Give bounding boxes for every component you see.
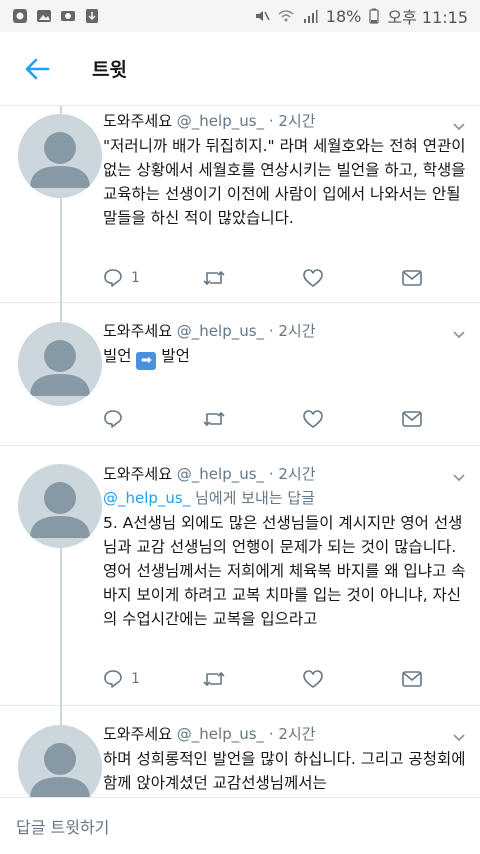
envelope-icon — [402, 411, 422, 427]
thread-line — [60, 705, 62, 725]
retweet-icon — [203, 271, 225, 285]
tweet-header: 도와주세요 @_help_us_ · 2시간 — [103, 110, 466, 132]
tweet-text: 하며 성희롱적인 발언을 많이 하십니다. 그리고 공청회에 함께 앉아계셨던 … — [103, 750, 466, 792]
retweet-button[interactable] — [202, 667, 301, 691]
reply-to-suffix: 님에게 보내는 답글 — [190, 489, 315, 507]
reply-count: 1 — [131, 671, 140, 687]
app-notification-icon — [13, 9, 27, 23]
heart-icon — [302, 410, 323, 428]
chevron-down-icon[interactable] — [452, 328, 466, 342]
avatar[interactable] — [18, 464, 102, 548]
share-button[interactable] — [401, 266, 423, 290]
default-avatar-icon — [30, 340, 90, 396]
default-avatar-icon — [30, 132, 90, 188]
retweet-button[interactable] — [202, 407, 301, 431]
envelope-icon — [402, 671, 422, 687]
media-notification-icon — [61, 11, 75, 21]
reply-to-handle[interactable]: @_help_us_ — [103, 489, 190, 507]
retweet-icon — [203, 412, 225, 426]
tweet-actions — [103, 407, 423, 431]
display-name[interactable]: 도와주세요 — [103, 112, 172, 130]
timestamp[interactable]: · 2시간 — [269, 322, 316, 340]
tweet-header: 도와주세요 @_help_us_ · 2시간 — [103, 320, 466, 342]
default-avatar-icon — [30, 743, 90, 797]
right-arrow-emoji-icon: ➡ — [136, 352, 157, 370]
back-arrow-icon — [25, 58, 50, 79]
chevron-down-icon[interactable] — [452, 120, 466, 134]
handle[interactable]: @_help_us_ — [177, 725, 264, 743]
tweet[interactable]: 도와주세요 @_help_us_ · 2시간 "저러니까 배가 뒤집히지." 라… — [0, 106, 480, 303]
chevron-down-icon[interactable] — [452, 731, 466, 745]
reply-icon — [104, 410, 122, 428]
reply-button[interactable]: 1 — [103, 667, 202, 691]
display-name[interactable]: 도와주세요 — [103, 322, 172, 340]
page-title: 트윗 — [92, 59, 127, 81]
like-button[interactable] — [302, 667, 401, 691]
timestamp[interactable]: · 2시간 — [269, 725, 316, 743]
default-avatar-icon — [30, 482, 90, 538]
tweet-text: 5. A선생님 외에도 많은 선생님들이 계시지만 영어 선생님과 교감 선생님… — [103, 514, 466, 628]
envelope-icon — [402, 270, 422, 286]
thread-line — [60, 302, 62, 322]
retweet-icon — [203, 672, 225, 686]
tweet-actions: 1 — [103, 667, 423, 691]
signal-icon — [303, 10, 318, 23]
thread-line — [60, 548, 62, 705]
tweet[interactable]: 도와주세요 @_help_us_ · 2시간 빌언 ➡ 발언 — [0, 302, 480, 446]
tweet-thread[interactable]: 도와주세요 @_help_us_ · 2시간 "저러니까 배가 뒤집히지." 라… — [0, 106, 480, 797]
tweet-header: 도와주세요 @_help_us_ · 2시간 — [103, 723, 466, 745]
retweet-button[interactable] — [202, 266, 301, 290]
handle[interactable]: @_help_us_ — [177, 322, 264, 340]
timestamp[interactable]: · 2시간 — [269, 465, 316, 483]
mute-icon — [255, 11, 270, 21]
reply-button[interactable]: 1 — [103, 266, 202, 290]
battery-icon — [369, 8, 379, 24]
display-name[interactable]: 도와주세요 — [103, 465, 172, 483]
tweet-actions: 1 — [103, 266, 423, 290]
status-bar: 18% 오후 11:15 — [0, 0, 480, 32]
chevron-down-icon[interactable] — [452, 471, 466, 485]
avatar[interactable] — [18, 114, 102, 198]
reply-button[interactable] — [103, 407, 202, 431]
wifi-icon — [278, 10, 294, 22]
tweet-text: "저러니까 배가 뒤집히지." 라며 세월호와는 전혀 연관이 없는 상황에서 … — [103, 137, 466, 227]
reply-context: @_help_us_ 님에게 보내는 답글 — [103, 487, 466, 509]
timestamp[interactable]: · 2시간 — [269, 112, 316, 130]
clock: 오후 11:15 — [387, 8, 468, 27]
reply-input-placeholder[interactable]: 답글 트윗하기 — [16, 814, 109, 838]
handle[interactable]: @_help_us_ — [177, 112, 264, 130]
thread-line — [60, 106, 62, 114]
heart-icon — [302, 269, 323, 287]
back-button[interactable] — [22, 54, 52, 84]
tweet[interactable]: 도와주세요 @_help_us_ · 2시간 @_help_us_ 님에게 보내… — [0, 445, 480, 706]
gallery-notification-icon — [37, 10, 51, 22]
like-button[interactable] — [302, 266, 401, 290]
handle[interactable]: @_help_us_ — [177, 465, 264, 483]
tweet-text-after: 발언 — [161, 347, 190, 365]
like-button[interactable] — [302, 407, 401, 431]
share-button[interactable] — [401, 407, 423, 431]
battery-level: 18% — [325, 6, 362, 26]
reply-composer[interactable]: 답글 트윗하기 — [0, 797, 480, 854]
tweet[interactable]: 도와주세요 @_help_us_ · 2시간 하며 성희롱적인 발언을 많이 하… — [0, 705, 480, 797]
avatar[interactable] — [18, 322, 102, 406]
heart-icon — [302, 670, 323, 688]
tweet-text: 빌언 ➡ 발언 — [103, 344, 466, 370]
reply-icon — [104, 269, 122, 287]
display-name[interactable]: 도와주세요 — [103, 725, 172, 743]
thread-line — [60, 198, 62, 302]
tweet-text-before: 빌언 — [103, 347, 132, 365]
app-bar: 트윗 — [0, 32, 480, 106]
share-button[interactable] — [401, 667, 423, 691]
avatar[interactable] — [18, 725, 102, 797]
download-notification-icon — [86, 9, 98, 23]
tweet-header: 도와주세요 @_help_us_ · 2시간 — [103, 463, 466, 485]
reply-icon — [104, 670, 122, 688]
reply-count: 1 — [131, 270, 140, 286]
